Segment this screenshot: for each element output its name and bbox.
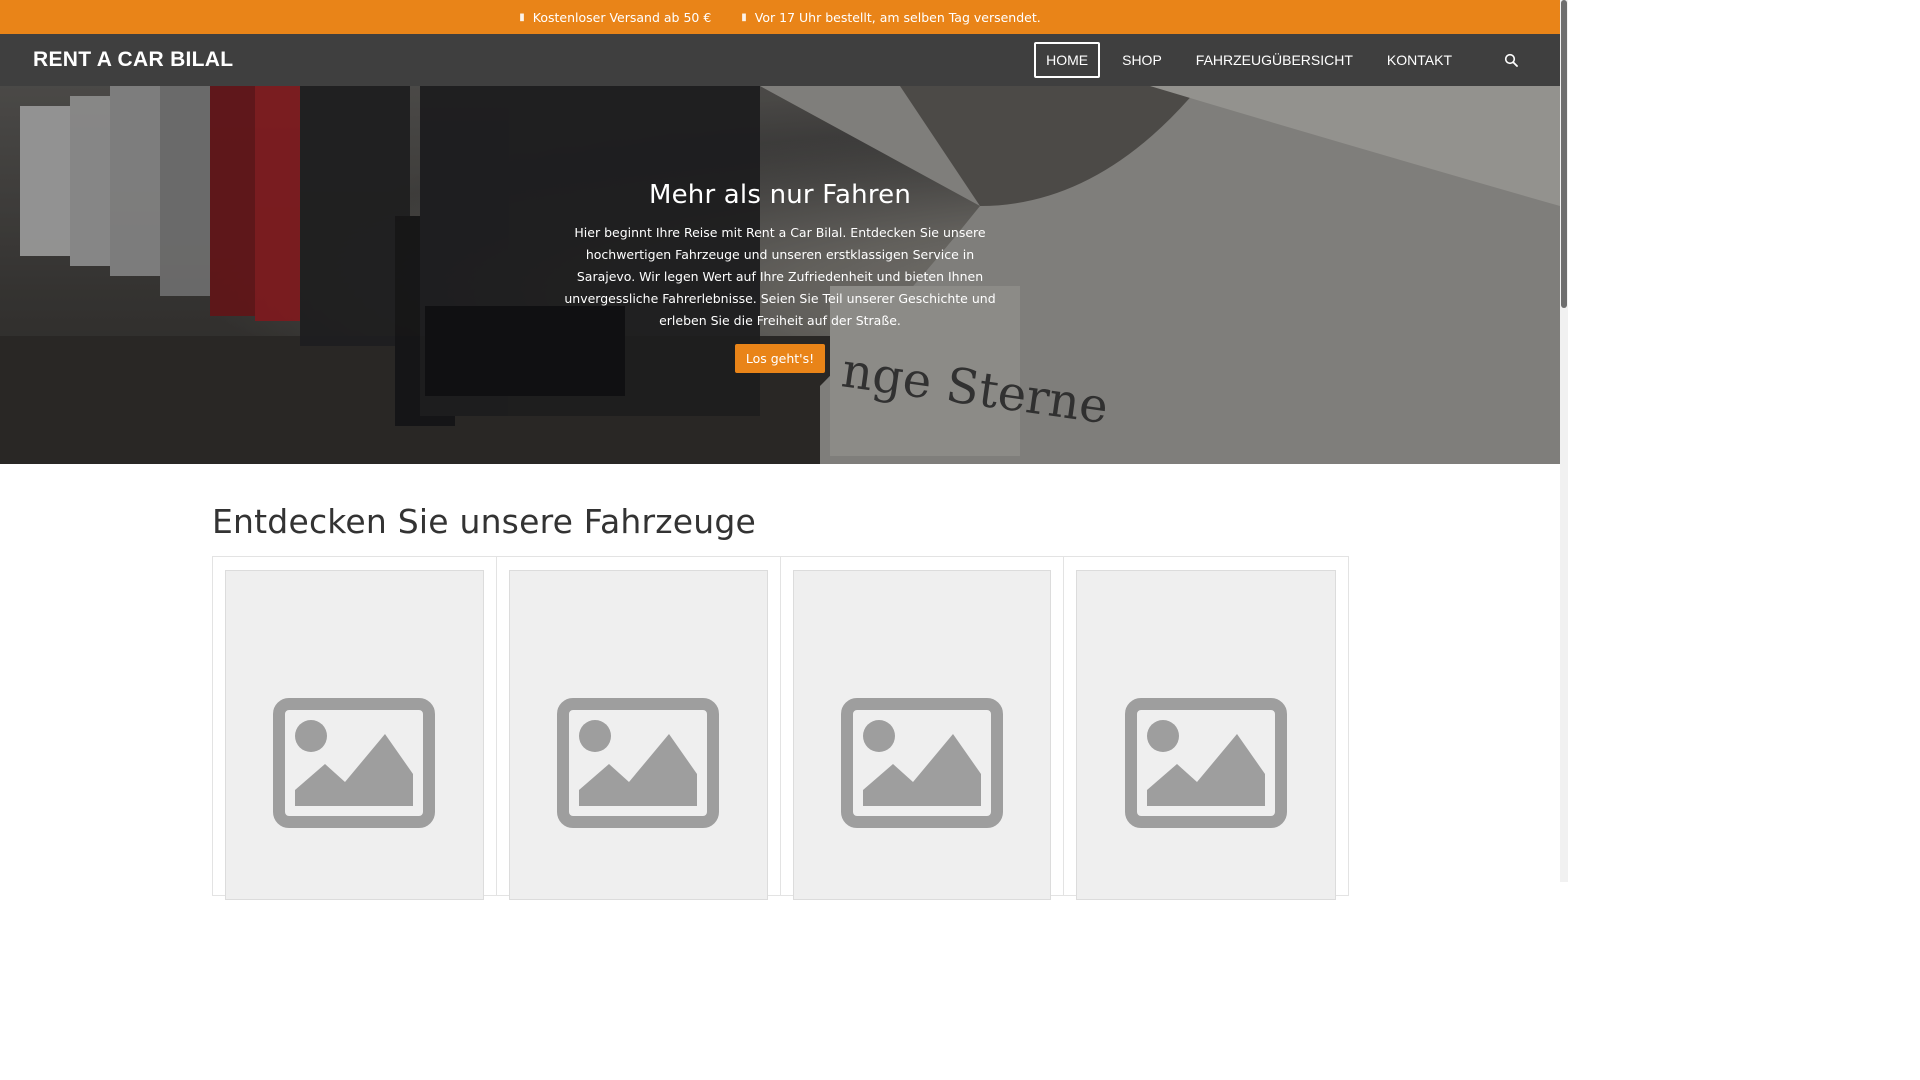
product-image[interactable] (792, 570, 1052, 900)
hero-content: Mehr als nur Fahren Hier beginnt Ihre Re… (0, 180, 1560, 373)
product-image[interactable] (225, 570, 484, 900)
nav-item-shop[interactable]: SHOP (1110, 42, 1174, 78)
image-placeholder-icon (273, 698, 436, 828)
site-logo[interactable]: RENT A CAR BILAL (33, 48, 233, 72)
image-placeholder-icon (840, 698, 1003, 828)
nav-item-kontakt[interactable]: KONTAKT (1375, 42, 1464, 78)
hero-title: Mehr als nur Fahren (648, 180, 912, 210)
scrollbar[interactable] (1560, 0, 1568, 882)
product-card[interactable] (497, 557, 781, 900)
product-card[interactable] (781, 557, 1065, 900)
dispatch-text: Vor 17 Uhr bestellt, am selben Tag verse… (754, 9, 1041, 25)
truck-icon: ▮ (519, 11, 525, 23)
clock-icon: ▮ (741, 11, 747, 23)
hero-description: Hier beginnt Ihre Reise mit Rent a Car B… (564, 225, 996, 328)
search-icon (1504, 53, 1518, 67)
product-card[interactable] (213, 557, 497, 900)
nav-menu: HOME SHOP FAHRZEUGÜBERSICHT KONTAKT (1034, 34, 1560, 86)
product-image[interactable] (508, 570, 768, 900)
product-image[interactable] (1076, 570, 1336, 900)
shipping-message: ▮ Kostenloser Versand ab 50 € (519, 10, 711, 25)
dispatch-message: ▮ Vor 17 Uhr bestellt, am selben Tag ver… (741, 10, 1040, 25)
nav-item-home[interactable]: HOME (1034, 42, 1101, 78)
cta-button[interactable]: Los geht's! (734, 344, 826, 373)
products-heading: Entdecken Sie unsere Fahrzeuge (212, 502, 757, 541)
shipping-text: Kostenloser Versand ab 50 € (532, 9, 712, 25)
scrollbar-thumb[interactable] (1561, 0, 1567, 308)
product-card[interactable] (1064, 557, 1348, 900)
nav-item-fahrzeuguebersicht[interactable]: FAHRZEUGÜBERSICHT (1184, 42, 1365, 78)
image-placeholder-icon (557, 698, 720, 828)
product-grid (212, 556, 1349, 900)
search-button[interactable] (1491, 40, 1531, 80)
announcement-bar: ▮ Kostenloser Versand ab 50 € ▮ Vor 17 U… (0, 0, 1560, 34)
image-placeholder-icon (1125, 698, 1288, 828)
main-navbar: RENT A CAR BILAL HOME SHOP FAHRZEUGÜBERS… (0, 34, 1560, 86)
hero-banner: nge Sterne Mehr als nur Fahren Hier begi… (0, 86, 1560, 464)
